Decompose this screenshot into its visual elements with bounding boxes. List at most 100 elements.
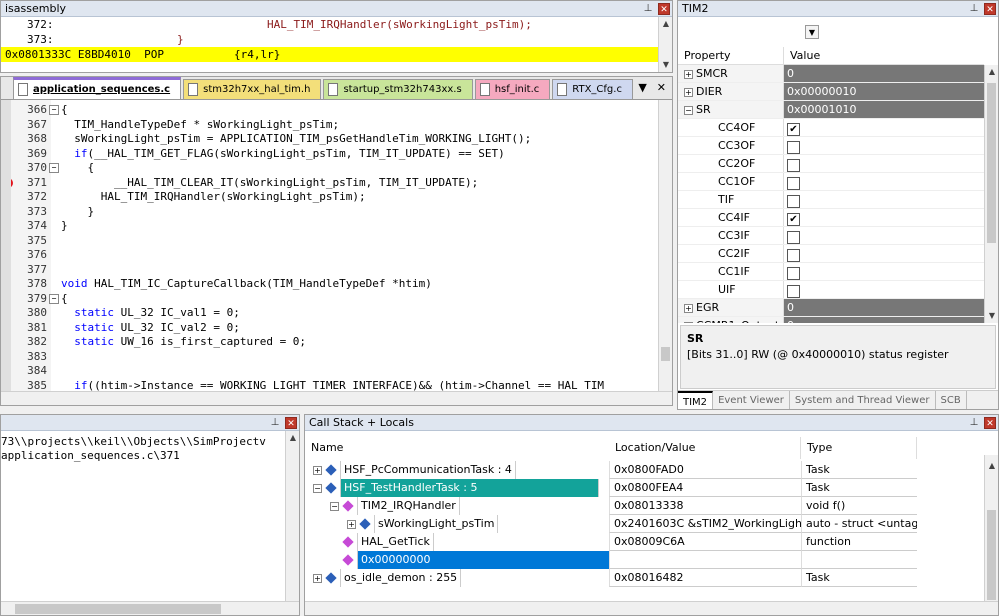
- unchecked-checkbox[interactable]: [787, 176, 800, 190]
- bitfield-row[interactable]: TIF: [678, 191, 984, 209]
- property-value-cell[interactable]: [784, 155, 984, 172]
- scroll-thumb[interactable]: [987, 83, 996, 243]
- tab-hsf-init[interactable]: hsf_init.c: [474, 79, 551, 99]
- property-value-cell[interactable]: [784, 191, 984, 208]
- tab-scb[interactable]: SCB: [936, 391, 967, 409]
- property-value-cell[interactable]: [784, 281, 984, 298]
- bitfield-row[interactable]: CC3OF: [678, 137, 984, 155]
- unchecked-checkbox[interactable]: [787, 266, 800, 280]
- register-row[interactable]: +CCMR1_Output0: [678, 317, 984, 323]
- code-line[interactable]: 368 sWorkingLight_psTim = APPLICATION_TI…: [11, 132, 658, 147]
- pin-icon[interactable]: ⊥: [642, 2, 654, 15]
- property-value-cell[interactable]: [784, 173, 984, 190]
- property-scrollbar[interactable]: ▲ ▼: [984, 65, 998, 323]
- item-name[interactable]: HSF_TestHandlerTask : 5: [340, 479, 599, 497]
- expand-icon[interactable]: +: [684, 87, 693, 97]
- property-value-cell[interactable]: [784, 245, 984, 262]
- scroll-up-icon[interactable]: ▲: [985, 65, 998, 79]
- expand-icon[interactable]: +: [313, 573, 322, 583]
- col-type[interactable]: Type: [801, 437, 917, 459]
- tab-application-sequences[interactable]: application_sequences.c: [13, 77, 182, 99]
- col-name[interactable]: Name: [305, 437, 609, 459]
- collapse-icon[interactable]: −: [313, 483, 322, 493]
- col-location[interactable]: Location/Value: [609, 437, 801, 459]
- expand-icon[interactable]: +: [684, 303, 693, 313]
- bitfield-row[interactable]: CC1IF: [678, 263, 984, 281]
- item-name[interactable]: HAL_GetTick: [357, 533, 434, 551]
- callstack-row[interactable]: − HSF_TestHandlerTask : 5 0x0800FEA4 Task: [305, 479, 984, 497]
- pin-icon[interactable]: ⊥: [269, 416, 281, 429]
- bitfield-row[interactable]: UIF: [678, 281, 984, 299]
- dropdown-icon[interactable]: ▼: [805, 25, 819, 39]
- property-value-cell[interactable]: [784, 263, 984, 280]
- callstack-row[interactable]: + HSF_PcCommunicationTask : 4 0x0800FAD0 Ta…: [305, 461, 984, 479]
- item-name[interactable]: sWorkingLight_psTim: [374, 515, 499, 533]
- property-value-cell[interactable]: 0: [784, 299, 984, 316]
- property-value-cell[interactable]: 0x00001010: [784, 101, 984, 118]
- callstack-row[interactable]: + sWorkingLight_psTim 0x2401603C &sTIM2_Wo…: [305, 515, 984, 533]
- code-line[interactable]: 380 static UL_32 IC_val1 = 0;: [11, 306, 658, 321]
- code-line[interactable]: 375: [11, 234, 658, 249]
- breakpoint-strip[interactable]: [1, 100, 11, 391]
- code-line[interactable]: 374}: [11, 219, 658, 234]
- checked-checkbox[interactable]: ✔: [787, 122, 800, 136]
- tab-tim2[interactable]: TIM2: [678, 391, 714, 409]
- callstack-row[interactable]: 0x00000000: [305, 551, 984, 569]
- tab-list-icon[interactable]: ▼: [638, 81, 646, 94]
- item-name[interactable]: os_idle_demon : 255: [340, 569, 462, 587]
- close-icon[interactable]: ✕: [984, 3, 996, 15]
- tab-stm32h7xx-hal-tim[interactable]: stm32h7xx_hal_tim.h: [183, 79, 322, 99]
- callstack-row[interactable]: HAL_GetTick 0x08009C6A function: [305, 533, 984, 551]
- property-value-cell[interactable]: [784, 137, 984, 154]
- collapse-icon[interactable]: −: [330, 501, 339, 511]
- property-value-cell[interactable]: ✔: [784, 119, 984, 136]
- code-line[interactable]: 376: [11, 248, 658, 263]
- code-line[interactable]: 366−{: [11, 103, 658, 118]
- callstack-hscrollbar[interactable]: [305, 601, 998, 615]
- register-row[interactable]: − SR 0x00001010: [678, 101, 984, 119]
- unchecked-checkbox[interactable]: [787, 140, 800, 154]
- code-line[interactable]: 377: [11, 263, 658, 278]
- fold-toggle-icon[interactable]: −: [49, 163, 59, 173]
- code-line[interactable]: 383: [11, 350, 658, 365]
- code-line[interactable]: 382 static UW_16 is_first_captured = 0;: [11, 335, 658, 350]
- code-line[interactable]: 371 __HAL_TIM_CLEAR_IT(sWorkingLight_psT…: [11, 176, 658, 191]
- fold-toggle-icon[interactable]: −: [49, 105, 59, 115]
- register-row[interactable]: + DIER 0x00000010: [678, 83, 984, 101]
- bitfield-row[interactable]: CC1OF: [678, 173, 984, 191]
- code-line[interactable]: 385 if((htim->Instance == WORKING_LIGHT_…: [11, 379, 658, 392]
- code-line[interactable]: 369 if(__HAL_TIM_GET_FLAG(sWorkingLight_…: [11, 147, 658, 162]
- callstack-row[interactable]: + os_idle_demon : 255 0x08016482 Task: [305, 569, 984, 587]
- code-line[interactable]: 373 }: [11, 205, 658, 220]
- scroll-down-icon[interactable]: ▼: [985, 309, 998, 323]
- scroll-thumb[interactable]: [987, 510, 996, 600]
- bitfield-row[interactable]: CC4OF ✔: [678, 119, 984, 137]
- expand-icon[interactable]: +: [347, 519, 356, 529]
- code-line[interactable]: 381 static UL_32 IC_val2 = 0;: [11, 321, 658, 336]
- property-value-cell[interactable]: [784, 227, 984, 244]
- scroll-up-icon[interactable]: ▲: [985, 459, 998, 473]
- property-value-cell[interactable]: 0: [784, 317, 984, 323]
- scroll-thumb[interactable]: [661, 347, 670, 361]
- scroll-up-icon[interactable]: ▲: [286, 431, 299, 445]
- expand-icon[interactable]: +: [313, 465, 322, 475]
- register-row[interactable]: + SMCR 0: [678, 65, 984, 83]
- output-hscrollbar[interactable]: [1, 601, 299, 615]
- bitfield-row[interactable]: CC3IF: [678, 227, 984, 245]
- item-name[interactable]: 0x00000000: [357, 551, 609, 569]
- bitfield-row[interactable]: CC2IF: [678, 245, 984, 263]
- close-icon[interactable]: ✕: [285, 417, 297, 429]
- tab-rtx-cfg[interactable]: RTX_Cfg.c: [552, 79, 633, 99]
- unchecked-checkbox[interactable]: [787, 158, 800, 172]
- callstack-vscrollbar[interactable]: ▲: [984, 455, 998, 601]
- tab-event-viewer[interactable]: Event Viewer: [713, 391, 790, 409]
- bitfield-row[interactable]: CC4IF ✔: [678, 209, 984, 227]
- bitfield-row[interactable]: CC2OF: [678, 155, 984, 173]
- unchecked-checkbox[interactable]: [787, 194, 800, 208]
- expand-icon[interactable]: +: [684, 321, 693, 323]
- callstack-rows[interactable]: + HSF_PcCommunicationTask : 4 0x0800FAD0 Ta…: [305, 461, 984, 587]
- register-row[interactable]: + EGR 0: [678, 299, 984, 317]
- close-icon[interactable]: ✕: [657, 81, 666, 94]
- fold-toggle-icon[interactable]: −: [49, 293, 59, 304]
- scroll-thumb[interactable]: [15, 604, 221, 614]
